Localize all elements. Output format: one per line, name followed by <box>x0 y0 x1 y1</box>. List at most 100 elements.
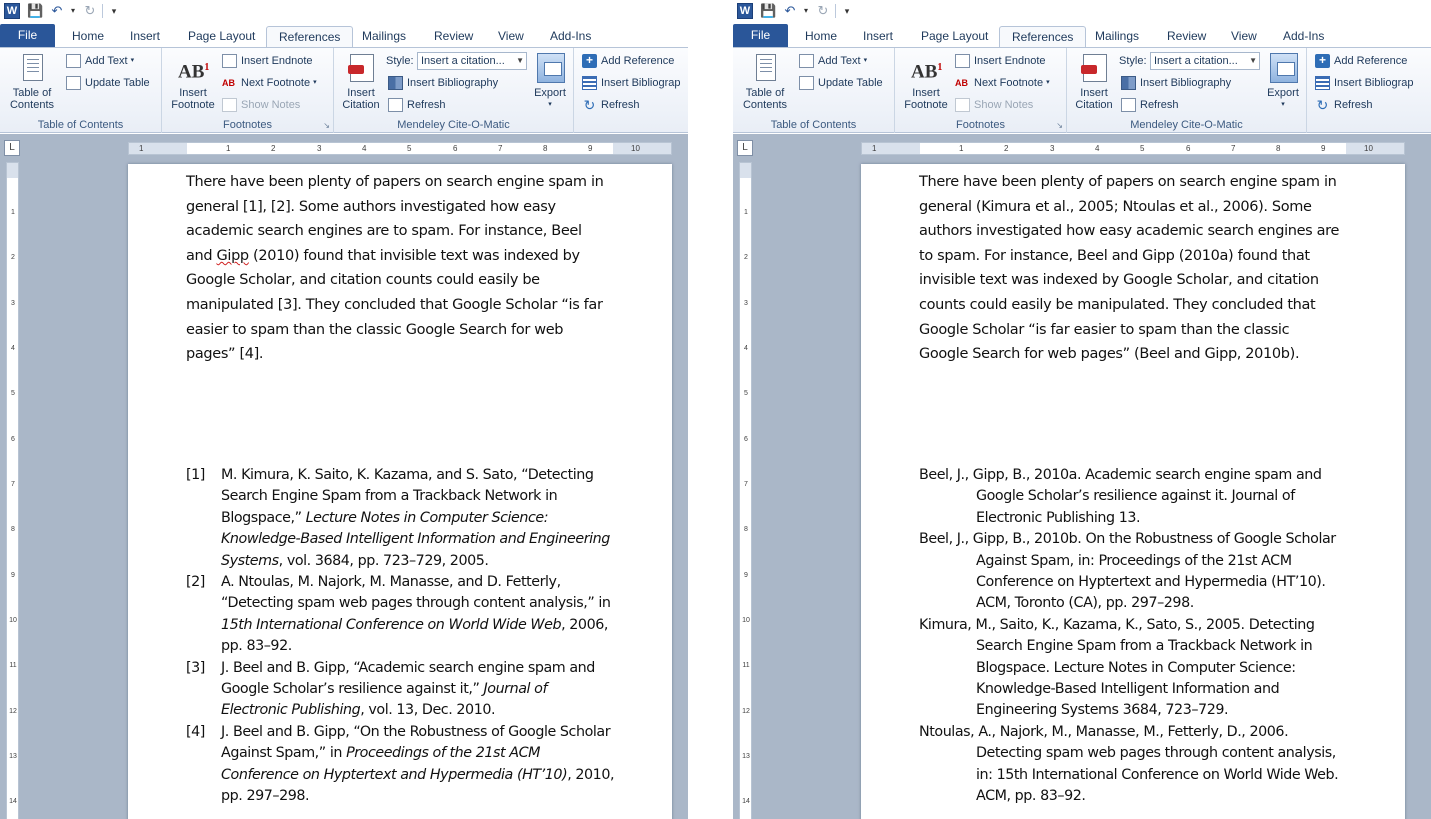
ribbon-tabs: File Home Insert Page Layout References … <box>0 24 688 47</box>
ruler-tick: 1 <box>139 144 144 153</box>
reference-text: J. Beel and B. Gipp, “On the Robustness … <box>221 723 615 805</box>
citation-style-select[interactable]: Insert a citation... ▼ <box>417 52 527 70</box>
add-reference-button[interactable]: + Add Reference <box>582 51 674 71</box>
add-reference-button[interactable]: + Add Reference <box>1315 51 1407 71</box>
insert-bibliography-extra-button[interactable]: Insert Bibliograp <box>1315 73 1414 93</box>
redo-icon[interactable]: ↻ <box>815 3 831 19</box>
ruler-tick: 11 <box>742 662 750 669</box>
update-table-button[interactable]: Update Table <box>799 73 883 93</box>
tab-add-ins[interactable]: Add-Ins <box>538 26 603 47</box>
export-dropdown-icon: ▾ <box>548 101 552 108</box>
reference-number: [2] <box>186 574 205 591</box>
footnotes-dialog-launcher-icon[interactable]: ↘ <box>323 121 330 130</box>
text-line: and Gipp (2010) found that invisible tex… <box>186 247 580 264</box>
tab-insert[interactable]: Insert <box>118 26 172 47</box>
horizontal-ruler[interactable]: 1 1 2 3 4 5 6 7 8 9 10 <box>861 142 1405 155</box>
tab-file[interactable]: File <box>0 24 55 47</box>
group-footnotes: AB1 Insert Footnote Insert Endnote AB Ne… <box>895 48 1067 133</box>
insert-bibliography-button[interactable]: Insert Bibliography <box>388 73 498 93</box>
group-label-mendeley: Mendeley Cite-O-Matic <box>1130 119 1243 131</box>
tab-mailings[interactable]: Mailings <box>1083 26 1151 47</box>
insert-footnote-button[interactable]: AB1 Insert Footnote <box>901 52 951 111</box>
next-footnote-button[interactable]: AB Next Footnote ▾ <box>222 73 317 93</box>
tab-page-layout[interactable]: Page Layout <box>909 26 1000 47</box>
insert-endnote-button[interactable]: Insert Endnote <box>955 51 1046 71</box>
spellcheck-word[interactable]: Gipp <box>217 248 250 264</box>
show-notes-label: Show Notes <box>974 99 1034 111</box>
text-line: general (Kimura et al., 2005; Ntoulas et… <box>919 198 1312 215</box>
document-page-apa[interactable]: There have been plenty of papers on sear… <box>861 164 1405 819</box>
add-text-button[interactable]: Add Text ▾ <box>66 51 134 71</box>
tab-review[interactable]: Review <box>1155 26 1218 47</box>
update-table-button[interactable]: Update Table <box>66 73 150 93</box>
add-text-button[interactable]: Add Text ▾ <box>799 51 867 71</box>
vertical-ruler[interactable]: 1 2 3 4 5 6 7 8 9 10 11 12 13 14 <box>739 162 752 819</box>
undo-icon[interactable]: ↶ <box>782 3 798 19</box>
tab-review[interactable]: Review <box>422 26 485 47</box>
tab-file[interactable]: File <box>733 24 788 47</box>
next-footnote-button[interactable]: AB Next Footnote ▾ <box>955 73 1050 93</box>
bibliography-list-icon <box>1315 76 1330 90</box>
ruler-tick: 5 <box>11 390 15 397</box>
next-footnote-dropdown-icon: ▾ <box>1046 79 1050 86</box>
vertical-ruler[interactable]: 1 2 3 4 5 6 7 8 9 10 11 12 13 14 <box>6 162 19 819</box>
ruler-tick: 4 <box>362 144 367 153</box>
refresh-button[interactable]: Refresh <box>388 95 446 115</box>
redo-icon[interactable]: ↻ <box>82 3 98 19</box>
reference-entry: Beel, J., Gipp, B., 2010b. On the Robust… <box>919 531 1336 612</box>
quick-access-toolbar: W 💾 ↶ ▾ ↻ ▾ <box>0 0 688 24</box>
insert-citation-label: Insert Citation <box>1075 87 1113 111</box>
undo-dropdown-icon[interactable]: ▾ <box>798 3 814 19</box>
tab-mailings[interactable]: Mailings <box>350 26 418 47</box>
insert-citation-button[interactable]: Insert Citation <box>1071 52 1117 111</box>
tab-home[interactable]: Home <box>60 26 116 47</box>
insert-bibliography-extra-button[interactable]: Insert Bibliograp <box>582 73 681 93</box>
insert-endnote-button[interactable]: Insert Endnote <box>222 51 313 71</box>
tab-selector-icon[interactable]: L <box>737 140 753 156</box>
refresh-extra-button[interactable]: ↻ Refresh <box>1315 95 1373 115</box>
tab-references[interactable]: References <box>266 26 354 47</box>
customize-qat-icon[interactable]: ▾ <box>839 3 855 19</box>
ruler-tick: 2 <box>11 254 15 261</box>
citation-style-value: Insert a citation... <box>421 55 505 67</box>
tab-home[interactable]: Home <box>793 26 849 47</box>
horizontal-ruler[interactable]: 1 1 2 3 4 5 6 7 8 9 10 <box>128 142 672 155</box>
tab-view[interactable]: View <box>486 26 536 47</box>
insert-footnote-button[interactable]: AB1 Insert Footnote <box>168 52 218 111</box>
ribbon-tabs: File Home Insert Page Layout References … <box>733 24 1431 47</box>
text-line: pages” [4]. <box>186 346 264 363</box>
table-of-contents-button[interactable]: Table of Contents <box>737 52 793 111</box>
table-of-contents-button[interactable]: Table of Contents <box>4 52 60 111</box>
insert-bibliography-button[interactable]: Insert Bibliography <box>1121 73 1231 93</box>
word-app-icon[interactable]: W <box>4 3 20 19</box>
tab-view[interactable]: View <box>1219 26 1269 47</box>
undo-dropdown-icon[interactable]: ▾ <box>65 3 81 19</box>
body-paragraph: There have been plenty of papers on sear… <box>919 170 1347 367</box>
save-icon[interactable]: 💾 <box>760 3 776 19</box>
update-table-label: Update Table <box>818 77 883 89</box>
reference-number: [4] <box>186 723 205 740</box>
insert-bibliography-extra-label: Insert Bibliograp <box>601 77 681 89</box>
show-notes-button[interactable]: Show Notes <box>222 95 300 115</box>
refresh-button[interactable]: Refresh <box>1121 95 1179 115</box>
export-button[interactable]: Export ▾ <box>1263 52 1303 111</box>
tab-page-layout[interactable]: Page Layout <box>176 26 267 47</box>
refresh-extra-button[interactable]: ↻ Refresh <box>582 95 640 115</box>
word-app-icon[interactable]: W <box>737 3 753 19</box>
customize-qat-icon[interactable]: ▾ <box>106 3 122 19</box>
undo-icon[interactable]: ↶ <box>49 3 65 19</box>
ruler-tick: 3 <box>1050 144 1055 153</box>
tab-add-ins[interactable]: Add-Ins <box>1271 26 1336 47</box>
citation-style-select[interactable]: Insert a citation... ▼ <box>1150 52 1260 70</box>
save-icon[interactable]: 💾 <box>27 3 43 19</box>
add-text-dropdown-icon: ▾ <box>863 57 868 64</box>
export-button[interactable]: Export ▾ <box>530 52 570 111</box>
ruler-tick: 11 <box>9 662 17 669</box>
tab-selector-icon[interactable]: L <box>4 140 20 156</box>
tab-insert[interactable]: Insert <box>851 26 905 47</box>
document-page-ieee[interactable]: There have been plenty of papers on sear… <box>128 164 672 819</box>
insert-citation-button[interactable]: Insert Citation <box>338 52 384 111</box>
show-notes-button[interactable]: Show Notes <box>955 95 1033 115</box>
footnotes-dialog-launcher-icon[interactable]: ↘ <box>1056 121 1063 130</box>
tab-references[interactable]: References <box>999 26 1087 47</box>
